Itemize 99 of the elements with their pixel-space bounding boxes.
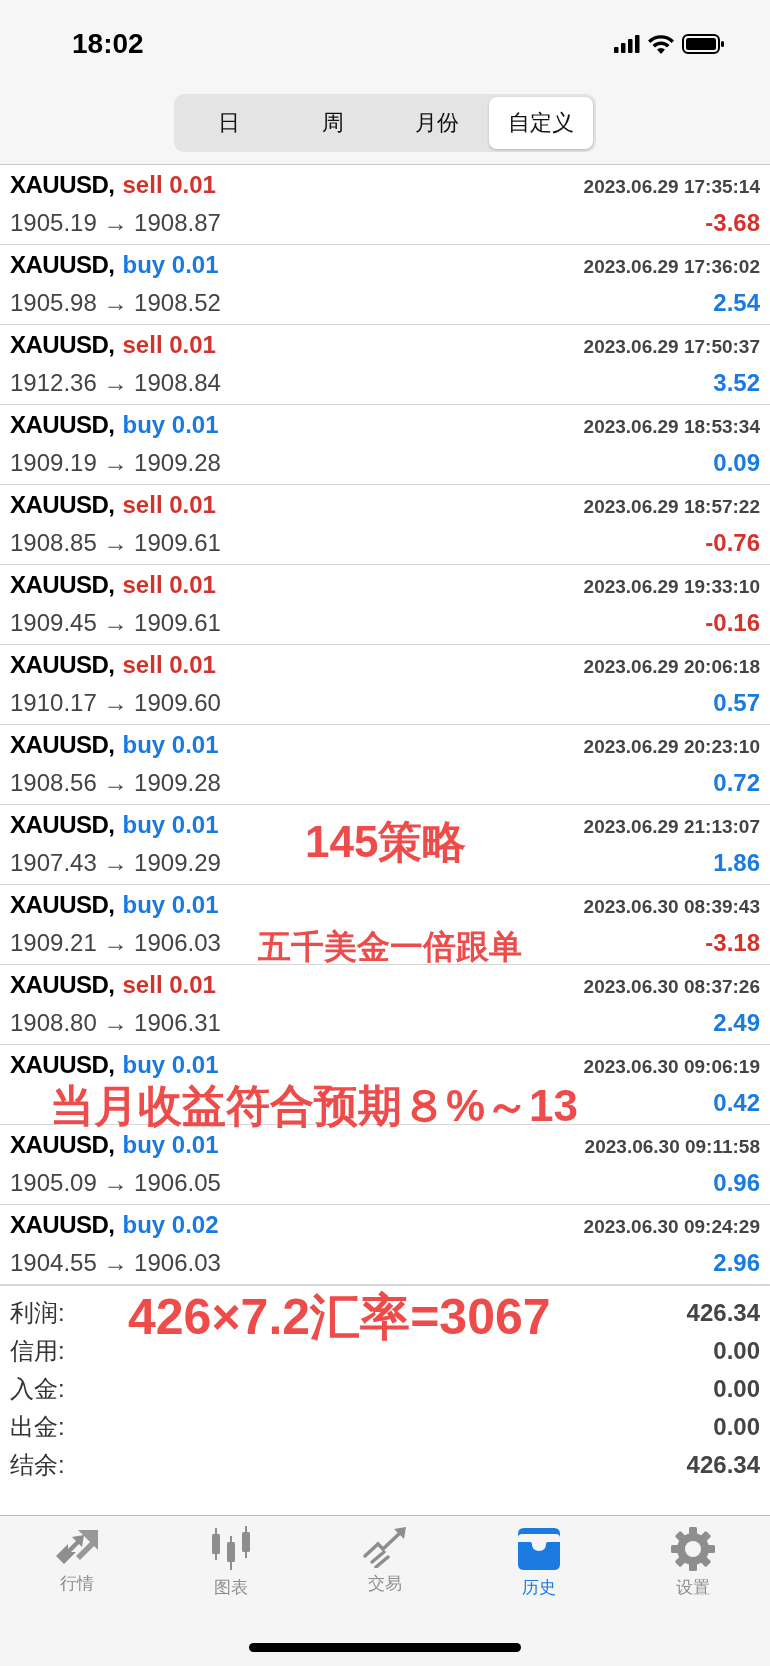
deal-time: 2023.06.29 20:23:10: [583, 736, 760, 758]
battery-icon: [682, 34, 724, 54]
wifi-icon: [648, 34, 674, 54]
order-type: sell 0.01: [122, 971, 216, 999]
inbox-tray-icon: [516, 1526, 562, 1572]
summary-value: 426.34: [686, 1299, 760, 1327]
order-type: sell 0.01: [122, 331, 216, 359]
deal-time: 2023.06.29 17:50:37: [583, 336, 760, 358]
deal-time: 2023.06.29 17:35:14: [583, 176, 760, 198]
deal-prices: 1905.09 → 1906.05: [10, 1169, 221, 1197]
deal-symbol: XAUUSD,: [10, 891, 115, 919]
order-type: buy 0.02: [122, 1211, 219, 1239]
deal-symbol: XAUUSD,: [10, 571, 115, 599]
tab-bar-item[interactable]: 图表: [208, 1526, 254, 1599]
period-tab[interactable]: 日: [177, 97, 281, 149]
deal-profit: -0.16: [705, 609, 760, 637]
tab-bar-item[interactable]: 设置: [670, 1526, 716, 1599]
settings-icon: [670, 1526, 716, 1572]
signal-icon: [614, 35, 640, 53]
tab-bar-item[interactable]: 历史: [516, 1526, 562, 1599]
summary-value: 0.00: [713, 1413, 760, 1441]
deal-symbol: XAUUSD,: [10, 1131, 115, 1159]
period-tab[interactable]: 自定义: [489, 97, 593, 149]
deal-profit: 3.52: [713, 369, 760, 397]
order-type: buy 0.01: [122, 1131, 219, 1159]
summary-label: 利润:: [10, 1298, 65, 1328]
deal-prices: 1908.85 → 1909.61: [10, 529, 221, 557]
deal-symbol: XAUUSD,: [10, 1211, 115, 1239]
deal-time: 2023.06.30 09:11:58: [584, 1136, 760, 1158]
deal-prices: 1909.21 → 1906.03: [10, 929, 221, 957]
deal-prices: 1904.55 → 1906.03: [10, 1249, 221, 1277]
order-type: buy 0.01: [122, 811, 219, 839]
period-tab[interactable]: 月份: [385, 97, 489, 149]
deal-profit: -0.76: [705, 529, 760, 557]
deal-time: 2023.06.30 08:37:26: [583, 976, 760, 998]
deal-symbol: XAUUSD,: [10, 651, 115, 679]
annotation-text: 五千美金一倍跟单: [258, 927, 522, 967]
deal-symbol: XAUUSD,: [10, 491, 115, 519]
deal-prices: 1909.19 → 1909.28: [10, 449, 221, 477]
deal-profit: 0.09: [713, 449, 760, 477]
deal-symbol: XAUUSD,: [10, 251, 115, 279]
order-type: buy 0.01: [122, 891, 219, 919]
tab-bar-item[interactable]: 行情: [54, 1526, 100, 1599]
trend-lines-icon: [362, 1526, 408, 1568]
status-time: 18:02: [72, 28, 144, 60]
order-type: buy 0.01: [122, 251, 219, 279]
deal-time: 2023.06.29 20:06:18: [583, 656, 760, 678]
deal-time: 2023.06.29 19:33:10: [583, 576, 760, 598]
deal-profit: 2.49: [713, 1009, 760, 1037]
order-type: buy 0.01: [122, 1051, 219, 1079]
order-type: sell 0.01: [122, 171, 216, 199]
summary-value: 0.00: [713, 1375, 760, 1403]
summary-label: 结余:: [10, 1450, 65, 1480]
order-type: sell 0.01: [122, 651, 216, 679]
deal-profit: -3.18: [705, 929, 760, 957]
deal-profit: 2.96: [713, 1249, 760, 1277]
annotation-text: 当月收益符合预期８%～13: [50, 1080, 579, 1132]
summary-label: 出金:: [10, 1412, 65, 1442]
annotation-text: 145策略: [305, 816, 467, 868]
deal-prices: 1907.43 → 1909.29: [10, 849, 221, 877]
deal-symbol: XAUUSD,: [10, 331, 115, 359]
deal-symbol: XAUUSD,: [10, 971, 115, 999]
deal-symbol: XAUUSD,: [10, 1051, 115, 1079]
deal-symbol: XAUUSD,: [10, 171, 115, 199]
deal-profit: 0.96: [713, 1169, 760, 1197]
order-type: sell 0.01: [122, 491, 216, 519]
order-type: buy 0.01: [122, 731, 219, 759]
deal-symbol: XAUUSD,: [10, 411, 115, 439]
deal-prices: 1910.17 → 1909.60: [10, 689, 221, 717]
order-type: buy 0.01: [122, 411, 219, 439]
deal-prices: 1912.36 → 1908.84: [10, 369, 221, 397]
deal-profit: 2.54: [713, 289, 760, 317]
deal-time: 2023.06.30 09:06:19: [583, 1056, 760, 1078]
summary-label: 信用:: [10, 1336, 65, 1366]
deal-prices: 1905.19 → 1908.87: [10, 209, 221, 237]
deal-profit: 0.72: [713, 769, 760, 797]
deal-time: 2023.06.30 09:24:29: [583, 1216, 760, 1238]
tab-bar-item[interactable]: 交易: [362, 1526, 408, 1599]
deal-symbol: XAUUSD,: [10, 811, 115, 839]
period-tab[interactable]: 周: [281, 97, 385, 149]
deal-time: 2023.06.29 18:53:34: [583, 416, 760, 438]
order-type: sell 0.01: [122, 571, 216, 599]
deal-prices: 1909.45 → 1909.61: [10, 609, 221, 637]
deal-time: 2023.06.29 21:13:07: [583, 816, 760, 838]
deal-time: 2023.06.30 08:39:43: [583, 896, 760, 918]
deal-prices: 1908.80 → 1906.31: [10, 1009, 221, 1037]
deal-symbol: XAUUSD,: [10, 731, 115, 759]
deal-time: 2023.06.29 18:57:22: [583, 496, 760, 518]
deal-profit: 0.57: [713, 689, 760, 717]
deal-prices: 1908.56 → 1909.28: [10, 769, 221, 797]
deal-prices: 1905.98 → 1908.52: [10, 289, 221, 317]
summary-value: 0.00: [713, 1337, 760, 1365]
summary-value: 426.34: [686, 1451, 760, 1479]
summary-label: 入金:: [10, 1374, 65, 1404]
deal-profit: 1.86: [713, 849, 760, 877]
deal-time: 2023.06.29 17:36:02: [583, 256, 760, 278]
annotation-text: 426×7.2汇率=3067: [128, 1288, 551, 1347]
deal-profit: 0.42: [713, 1089, 760, 1117]
deal-profit: -3.68: [705, 209, 760, 237]
